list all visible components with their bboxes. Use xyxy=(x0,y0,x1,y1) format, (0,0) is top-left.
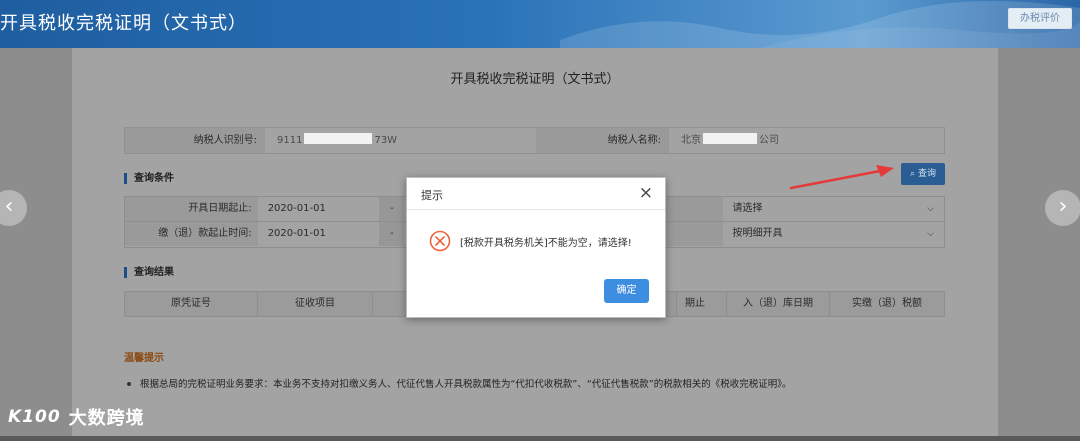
column-header: 征收项目 xyxy=(258,292,373,316)
watermark: K100 大数跨境 xyxy=(8,404,145,430)
issue-date-label: 开具日期起止: xyxy=(125,197,258,221)
dialog-header: 提示 × xyxy=(407,178,665,210)
date-separator: - xyxy=(379,197,405,221)
taxpayer-name-label: 纳税人名称: xyxy=(536,128,669,153)
date-separator: - xyxy=(379,222,405,246)
query-conditions-heading: 查询条件 xyxy=(124,173,174,184)
taxpayer-id-value: 9111 73W xyxy=(265,128,536,153)
bottom-strip xyxy=(0,436,1080,441)
taxpayer-id-label: 纳税人识别号: xyxy=(125,128,265,153)
issue-mode-select[interactable]: 按明细开具 ⌵ xyxy=(722,222,944,246)
redaction-mask xyxy=(703,133,757,144)
dialog-body: [税款开具税务机关]不能为空，请选择! xyxy=(407,210,665,272)
payment-start-input[interactable]: 2020-01-01 xyxy=(257,222,380,246)
tax-evaluation-button[interactable]: 办税评价 xyxy=(1008,8,1072,29)
page-title: 开具税收完税证明（文书式） xyxy=(450,72,620,87)
dialog-message: [税款开具税务机关]不能为空，请选择! xyxy=(460,238,632,249)
bullet-icon xyxy=(127,381,131,386)
query-button[interactable]: ⌕ 查询 xyxy=(901,163,945,185)
alert-dialog: 提示 × [税款开具税务机关]不能为空，请选择! 确定 xyxy=(406,177,666,318)
column-header: 期止 xyxy=(677,292,727,316)
error-icon xyxy=(429,230,451,252)
watermark-logo: K100 xyxy=(8,407,61,427)
close-icon[interactable]: × xyxy=(639,183,653,203)
chevron-down-icon: ⌵ xyxy=(927,204,934,214)
ok-button[interactable]: 确定 xyxy=(604,279,649,303)
column-header: 入（退）库日期 xyxy=(727,292,830,316)
column-header: 原凭证号 xyxy=(125,292,258,316)
payment-period-label: 缴（退）款起止时间: xyxy=(125,222,258,246)
chevron-down-icon: ⌵ xyxy=(927,229,934,239)
taxpayer-name-value: 北京 公司 xyxy=(669,128,944,153)
red-arrow-annotation-icon xyxy=(789,165,894,190)
app-title: 开具税收完税证明（文书式） xyxy=(0,13,247,34)
app-header: 开具税收完税证明（文书式） 办税评价 xyxy=(0,0,1080,48)
dialog-title: 提示 xyxy=(421,189,443,202)
issue-date-start-input[interactable]: 2020-01-01 xyxy=(257,197,380,221)
redaction-mask xyxy=(304,133,373,144)
tips-heading: 温馨提示 xyxy=(124,353,164,364)
search-icon: ⌕ xyxy=(910,169,916,179)
watermark-text: 大数跨境 xyxy=(68,408,145,429)
next-page-arrow-icon[interactable]: › xyxy=(1045,190,1080,226)
taxpayer-info-row: 纳税人识别号: 9111 73W 纳税人名称: 北京 公司 xyxy=(124,127,945,154)
tax-authority-select[interactable]: 请选择 ⌵ xyxy=(722,197,944,221)
header-decoration xyxy=(560,0,1080,48)
tips-text: 根据总局的完税证明业务要求：本业务不支持对扣缴义务人、代征代售人开具税款属性为“… xyxy=(124,376,944,390)
column-header: 实缴（退）税额 xyxy=(852,298,922,309)
query-results-heading: 查询结果 xyxy=(124,267,174,278)
